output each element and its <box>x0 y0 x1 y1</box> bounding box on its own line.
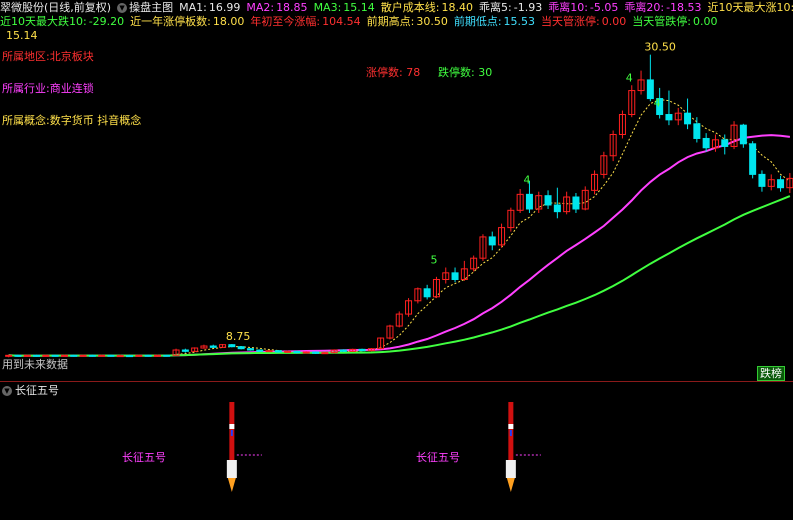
candle-down <box>684 112 692 125</box>
candle-up <box>153 354 161 357</box>
candle-down <box>451 272 459 280</box>
candle-down <box>358 348 366 352</box>
candle-up <box>98 354 106 357</box>
candle-down <box>293 350 301 354</box>
candle-down <box>525 193 533 210</box>
max-rise10-value: 15.14 <box>6 29 38 42</box>
cost-line-readout: 散户成本线: 18.40 <box>380 1 474 14</box>
candle-down <box>544 195 552 206</box>
region-info: 所属地区:北京板块 <box>2 50 94 63</box>
candle-down <box>107 354 115 357</box>
today-down-readout: 当天管跌停: 0.00 <box>632 15 718 28</box>
candle-down <box>339 349 347 352</box>
candle-down <box>228 344 236 348</box>
header-row-1: 翠微股份(日线,前复权) ▼ 操盘主图 MA1: 16.99 MA2: 18.85 … <box>0 1 793 15</box>
limit-down-count: 跌停数: 30 <box>438 66 493 79</box>
rocket-window <box>230 430 233 436</box>
candle-down <box>181 349 189 352</box>
rocket-stripe <box>229 424 235 429</box>
candle-up <box>116 355 124 358</box>
header-row-3: 15.14 <box>0 29 38 43</box>
candle-up <box>284 350 292 353</box>
candle-up <box>135 354 143 357</box>
limit-up-year-readout: 近一年涨停板数: 18.00 <box>130 15 245 28</box>
candle-down <box>553 204 561 213</box>
today-up-readout: 当天管涨停: 0.00 <box>541 15 627 28</box>
candle-down <box>777 179 785 189</box>
price-annotation: 8.75 <box>226 330 251 343</box>
chevron-down-icon[interactable]: ▼ <box>2 386 12 396</box>
chart-menu[interactable]: ▼ 操盘主图 <box>117 1 173 15</box>
candle-down <box>163 354 171 357</box>
signal-label-2: 长征五号 <box>416 451 460 464</box>
candle-up <box>79 354 87 357</box>
header-row-2: 近10天最大跌10: -29.20 近一年涨停板数: 18.00 年初至今涨幅: 10… <box>0 15 717 29</box>
bias10-readout: 乖离10: -5.05 <box>548 1 619 14</box>
candle-down <box>423 288 431 298</box>
main-chart-label: 操盘主图 <box>129 1 174 14</box>
candle-down <box>665 114 673 121</box>
price-annotation: 4 <box>654 97 661 110</box>
candle-down <box>144 354 152 357</box>
candle-down <box>237 346 245 350</box>
max-rise10-readout: 近10天最大涨10: <box>707 1 793 14</box>
prior-low-readout: 前期低点: 15.53 <box>453 15 536 28</box>
candle-down <box>246 348 254 351</box>
bias20-readout: 乖离20: -18.53 <box>624 1 702 14</box>
rocket-flame <box>506 478 515 492</box>
candle-down <box>702 137 710 149</box>
ma1-readout: MA1: 16.99 <box>179 1 241 14</box>
panel-separator <box>0 381 793 382</box>
sub-chart-title: 长征五号 <box>15 384 59 397</box>
limit-up-count: 涨停数: 78 <box>366 66 421 79</box>
candle-down <box>274 350 282 353</box>
candle-down <box>646 79 654 100</box>
stock-title[interactable]: 翠微股份(日线,前复权) <box>0 1 111 15</box>
candle-down <box>749 143 757 175</box>
candle-down <box>256 349 264 352</box>
chevron-down-icon[interactable]: ▼ <box>117 3 128 13</box>
max-fall10-readout: 近10天最大跌10: -29.20 <box>0 15 125 28</box>
rocket-window <box>509 430 512 436</box>
price-annotation: 5 <box>430 254 437 267</box>
candle-down <box>758 173 766 187</box>
rocket-flame <box>227 478 236 492</box>
concept-info: 所属概念:数字货币 抖音概念 <box>2 114 142 127</box>
candle-down <box>70 354 78 357</box>
candle-up <box>265 350 273 353</box>
candle-down <box>126 355 134 358</box>
sub-chart-header[interactable]: ▼ 长征五号 <box>2 384 59 398</box>
drop-list-badge[interactable]: 跌榜 <box>757 366 785 381</box>
candle-down <box>209 345 217 348</box>
industry-info: 所属行业:商业连锁 <box>2 82 94 95</box>
price-annotation: 4 <box>523 174 530 187</box>
prior-high-readout: 前期高点: 30.50 <box>366 15 448 28</box>
bias5-readout: 乖离5: -1.93 <box>479 1 543 14</box>
future-data-note: 用到未来数据 <box>2 358 68 371</box>
candle-up <box>321 352 329 355</box>
candle-down <box>488 236 496 246</box>
rocket-stripe <box>508 424 514 429</box>
ma-line-ma3 <box>8 195 791 357</box>
rocket-booster <box>505 460 516 478</box>
price-annotation: 30.50 <box>644 41 676 54</box>
candle-down <box>88 354 96 357</box>
ytd-readout: 年初至今涨幅: 104.54 <box>250 15 361 28</box>
candle-down <box>721 139 729 147</box>
price-annotation: 4 <box>626 71 633 84</box>
candle-down <box>739 124 747 145</box>
candle-down <box>693 123 701 139</box>
candle-up <box>302 351 310 354</box>
ma3-readout: MA3: 15.14 <box>313 1 375 14</box>
rocket-booster <box>226 460 237 478</box>
candle-down <box>572 196 580 210</box>
signal-label-1: 长征五号 <box>122 451 166 464</box>
ma2-readout: MA2: 18.85 <box>246 1 308 14</box>
candle-down <box>312 351 320 354</box>
